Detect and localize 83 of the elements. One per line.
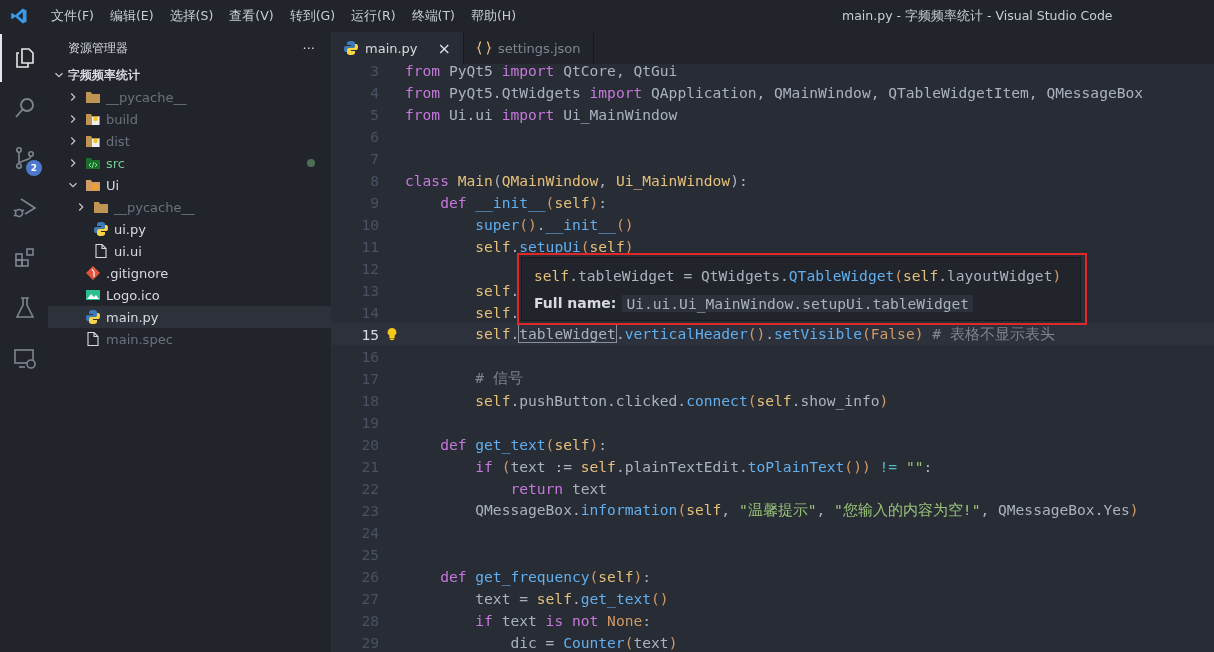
python-icon bbox=[343, 40, 359, 56]
code-line: self.tableWidget.verticalHeader().setVisible(False) # 表格不显示表头 bbox=[474, 324, 1055, 344]
tree-item-label: Ui bbox=[106, 177, 120, 193]
code-line: from PyQt5.QtWidgets import QApplication, QMainWindow, QTableWidgetItem, QMessageBox bbox=[405, 83, 1144, 101]
window-title: main.py - 字频频率统计 - Visual Studio Code bbox=[842, 8, 1113, 25]
tree-item-label: main.py bbox=[106, 309, 159, 325]
braces-icon bbox=[475, 40, 492, 56]
sidebar-title: 资源管理器 bbox=[68, 40, 128, 56]
tree-item[interactable]: src bbox=[48, 152, 331, 174]
tree-item-label: main.spec bbox=[106, 331, 173, 347]
code-line: def __init__(self): bbox=[439, 193, 608, 211]
code-line: class Main(QMainWindow, Ui_MainWindow): bbox=[405, 171, 748, 189]
menu-item[interactable]: 查看(V) bbox=[221, 7, 282, 25]
folder-title[interactable]: 字频频率统计 bbox=[68, 67, 140, 83]
menu-item[interactable]: 编辑(E) bbox=[101, 7, 162, 25]
menu-item[interactable]: 运行(R) bbox=[343, 7, 404, 25]
full-name-value: Ui.ui.Ui_MainWindow.setupUi.tableWidget bbox=[622, 294, 974, 312]
image-icon bbox=[85, 287, 101, 303]
status-dot bbox=[307, 159, 315, 167]
badge: 2 bbox=[26, 160, 42, 176]
tree-item[interactable]: Logo.ico bbox=[48, 284, 331, 306]
remote-monitor-icon bbox=[13, 346, 37, 370]
lightbulb-icon[interactable] bbox=[385, 327, 399, 341]
tree-item[interactable]: ui.ui bbox=[48, 240, 331, 262]
menu-item[interactable]: 终端(T) bbox=[403, 7, 463, 25]
code-line: # 信号 bbox=[474, 368, 523, 388]
tree-item[interactable]: Ui bbox=[48, 174, 331, 196]
code-line: self.pushButton.clicked.connect(self.show_info) bbox=[474, 391, 889, 409]
folder-icon bbox=[85, 177, 101, 193]
tree-item-label: .gitignore bbox=[106, 265, 169, 281]
code-line: text = self.get_text() bbox=[474, 589, 669, 607]
extensions-icon bbox=[13, 246, 37, 270]
menu-item[interactable]: 转到(G) bbox=[281, 7, 344, 25]
tree-item-label: ui.py bbox=[114, 221, 146, 237]
tree-item-label: build bbox=[106, 111, 138, 127]
search-icon bbox=[13, 96, 37, 120]
tree-item-label: __pycache__ bbox=[106, 89, 187, 105]
activity-bar-item[interactable]: 2 bbox=[0, 134, 48, 182]
code-line: def get_text(self): bbox=[439, 435, 608, 453]
editor-tab[interactable]: main.py × bbox=[331, 32, 464, 64]
source-control-icon bbox=[13, 146, 37, 170]
close-tab-button[interactable]: × bbox=[437, 38, 451, 58]
tree-item[interactable]: main.py bbox=[48, 306, 331, 328]
menu-item[interactable]: 帮助(H) bbox=[462, 7, 525, 25]
more-actions-button[interactable]: ··· bbox=[302, 40, 315, 56]
tree-item[interactable]: .gitignore bbox=[48, 262, 331, 284]
code-line: dic = Counter(text) bbox=[509, 633, 678, 651]
tree-item-label: dist bbox=[106, 133, 130, 149]
flask-icon bbox=[13, 296, 37, 320]
folder-icon bbox=[85, 111, 101, 127]
tree-item-label: Logo.ico bbox=[106, 287, 160, 303]
file-icon bbox=[93, 243, 109, 259]
tree-item-label: ui.ui bbox=[114, 243, 142, 259]
menu-item[interactable]: 文件(F) bbox=[43, 7, 102, 25]
code-line: self.setupUi(self) bbox=[474, 237, 634, 255]
tree-item-label: src bbox=[106, 155, 125, 171]
file-icon bbox=[85, 331, 101, 347]
code-folder-icon bbox=[85, 155, 101, 171]
code-line: def get_frequency(self): bbox=[439, 567, 652, 585]
code-line: super().__init__() bbox=[474, 215, 634, 233]
folder-icon bbox=[85, 89, 101, 105]
code-line: return text bbox=[509, 479, 608, 497]
python-icon bbox=[93, 221, 109, 237]
folder-icon bbox=[93, 199, 109, 215]
full-name-label: Full name: bbox=[534, 295, 617, 311]
tree-item-label: __pycache__ bbox=[114, 199, 195, 215]
code-line: if text is not None: bbox=[474, 611, 652, 629]
code-line: from Ui.ui import Ui_MainWindow bbox=[405, 105, 678, 123]
vscode-logo-icon bbox=[10, 7, 28, 25]
tree-item[interactable]: ui.py bbox=[48, 218, 331, 240]
folder-icon bbox=[85, 133, 101, 149]
run-debug-icon bbox=[13, 196, 37, 220]
git-icon bbox=[85, 265, 101, 281]
menu-item[interactable]: 选择(S) bbox=[161, 7, 222, 25]
code-line: self. bbox=[474, 303, 520, 321]
code-line: self. bbox=[474, 281, 520, 299]
line-number: 15 bbox=[360, 325, 379, 343]
code-line: QMessageBox.information(self, "温馨提示", "您输入的内容为空!", QMessageBox.Yes) bbox=[474, 500, 1139, 520]
files-icon bbox=[13, 46, 37, 70]
code-line: if (text := self.plainTextEdit.toPlainText()) != "": bbox=[474, 457, 933, 475]
definition-text: self.tableWidget = QtWidgets.QTableWidget(self.layoutWidget) bbox=[534, 266, 1063, 286]
python-icon bbox=[85, 309, 101, 325]
code-line: from PyQt5 import QtCore, QtGui bbox=[405, 64, 678, 79]
